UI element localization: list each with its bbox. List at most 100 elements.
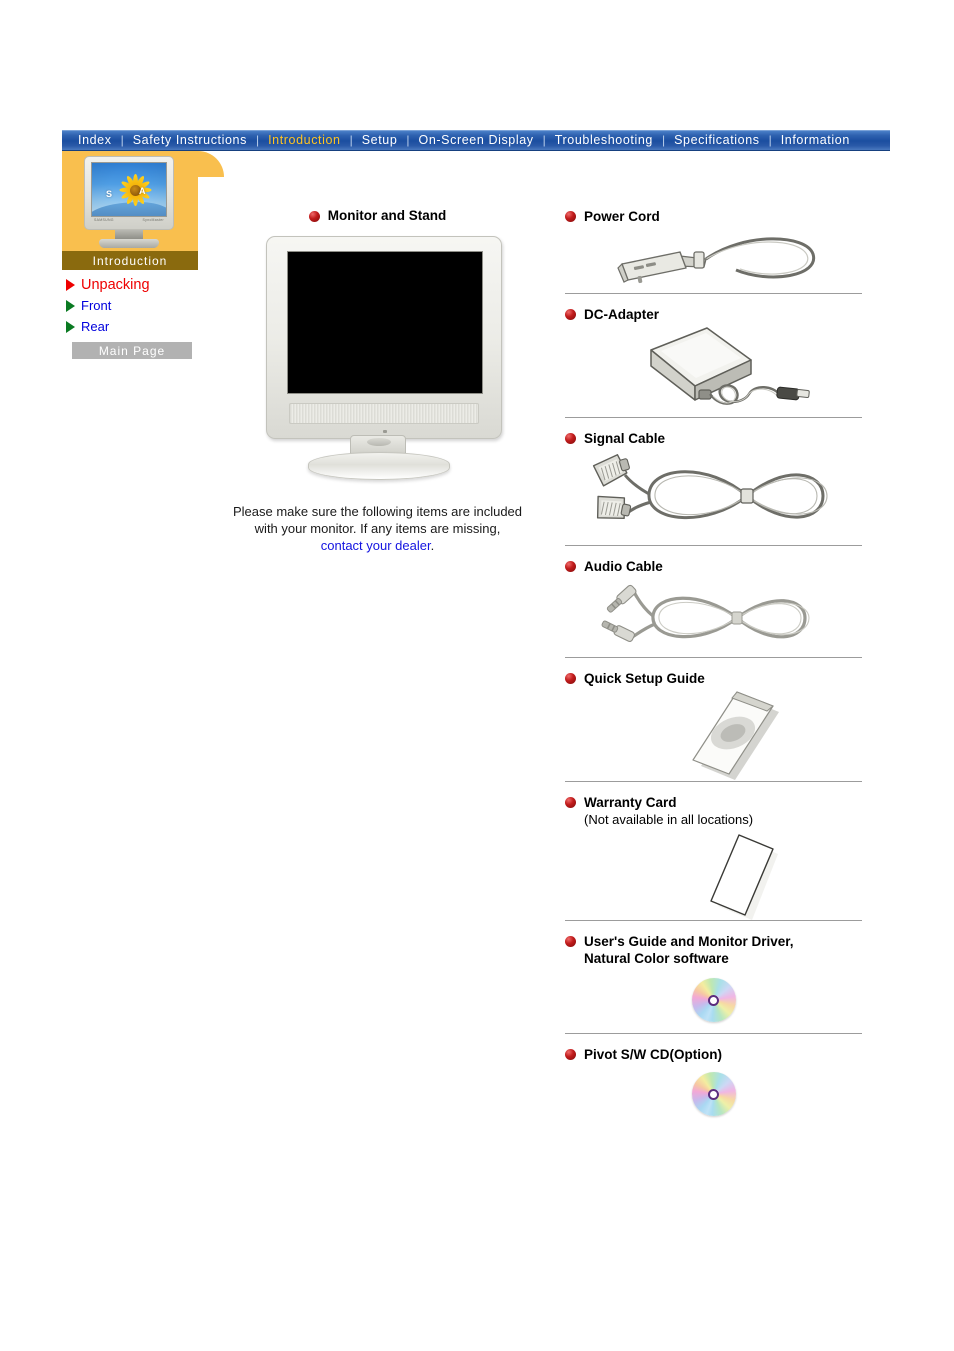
main-page-button[interactable]: Main Page [72, 342, 192, 359]
cd-disc-icon [691, 1072, 736, 1116]
booklet-illustration [565, 687, 862, 781]
cd-disc-icon [691, 978, 736, 1022]
triangle-bullet-icon [66, 279, 75, 291]
monitor-thumbnail: S A SAMSUNG SyncMaster [70, 156, 188, 248]
sidebar-item-front[interactable]: Front [66, 299, 198, 313]
top-navigation-bar: Index | Safety Instructions | Introducti… [62, 130, 890, 151]
nav-separator: | [768, 133, 772, 147]
red-bullet-icon [308, 211, 320, 222]
sidebar: S A SAMSUNG SyncMaster Introduction Unpa… [62, 151, 226, 359]
accessory-title: Signal Cable [584, 431, 666, 446]
sidebar-item-label: Rear [81, 319, 110, 334]
red-bullet-icon [565, 797, 576, 808]
nav-separator: | [255, 133, 260, 147]
dc-adapter-illustration [565, 323, 862, 417]
triangle-bullet-icon [66, 321, 75, 333]
nav-separator: | [661, 133, 666, 147]
accessory-title: User's Guide and Monitor Driver, [584, 934, 794, 949]
accessory-title: Power Cord [584, 209, 660, 224]
nav-separator: | [120, 133, 124, 147]
thumbnail-monitor-neck [115, 230, 143, 239]
thumbnail-monitor-base [99, 239, 159, 248]
triangle-bullet-icon [66, 300, 75, 312]
red-bullet-icon [565, 211, 576, 222]
accessory-dc-adapter: DC-Adapter [565, 306, 862, 418]
monitor-bezel [265, 236, 502, 439]
accessory-title-line2: Natural Color software [584, 951, 729, 966]
thumbnail-monitor-body: S A SAMSUNG SyncMaster [84, 156, 174, 230]
sidebar-item-label: Front [81, 298, 112, 313]
monitor-speaker-grille [288, 403, 479, 424]
sidebar-tab-panel: S A SAMSUNG SyncMaster [62, 151, 226, 251]
nav-separator: | [542, 133, 546, 147]
accessory-heading: Quick Setup Guide [565, 670, 862, 687]
red-bullet-icon [565, 673, 576, 684]
thumbnail-letter-a: A [139, 186, 146, 196]
nav-item-specifications[interactable]: Specifications [668, 131, 766, 150]
audio-cable-illustration [565, 575, 862, 657]
nav-item-safety-instructions[interactable]: Safety Instructions [127, 131, 253, 150]
nav-item-information[interactable]: Information [775, 131, 856, 150]
sidebar-item-unpacking[interactable]: Unpacking [66, 278, 198, 292]
section-divider [565, 920, 862, 921]
accessory-heading: Power Cord [565, 208, 862, 225]
card-illustration [565, 828, 862, 920]
accessory-heading: Signal Cable [565, 430, 862, 447]
accessory-heading: Audio Cable [565, 558, 862, 575]
section-divider [565, 417, 862, 418]
note-period: . [430, 538, 435, 553]
thumbnail-brand-right: SyncMaster [142, 218, 164, 222]
monitor-screen [286, 251, 483, 394]
note-line-1: Please make sure the following items are… [232, 504, 523, 519]
accessories-list: Power Cord DC-Adapter Signal Cable Audio… [565, 208, 862, 1125]
accessory-title: DC-Adapter [584, 307, 660, 322]
accessory-quick-setup-guide: Quick Setup Guide [565, 670, 862, 782]
contact-dealer-link[interactable]: contact your dealer [321, 538, 431, 553]
accessory-title: Quick Setup Guide [584, 671, 705, 686]
thumbnail-letter-s: S [106, 189, 113, 199]
accessory-subtitle: (Not available in all locations) [584, 812, 754, 827]
accessory-warranty-card: Warranty Card (Not available in all loca… [565, 794, 862, 921]
power-cord-illustration [565, 225, 862, 293]
note-line-2: with your monitor. If any items are miss… [254, 521, 501, 536]
nav-separator: | [406, 133, 410, 147]
sidebar-item-label: Unpacking [81, 277, 150, 293]
red-bullet-icon [565, 561, 576, 572]
monitor-and-stand-section: Monitor and Stand Please make sure the f… [210, 208, 545, 554]
nav-item-introduction[interactable]: Introduction [262, 131, 347, 150]
accessory-audio-cable: Audio Cable [565, 558, 862, 658]
section-divider [565, 657, 862, 658]
nav-item-on-screen-display[interactable]: On-Screen Display [413, 131, 540, 150]
accessory-title: Pivot S/W CD(Option) [584, 1047, 722, 1062]
red-bullet-icon [565, 433, 576, 444]
red-bullet-icon [565, 936, 576, 947]
nav-item-troubleshooting[interactable]: Troubleshooting [549, 131, 659, 150]
monitor-and-stand-heading: Monitor and Stand [210, 208, 545, 223]
red-bullet-icon [565, 1049, 576, 1060]
section-divider [565, 781, 862, 782]
monitor-illustration [258, 236, 502, 481]
packing-note: Please make sure the following items are… [210, 503, 545, 554]
nav-separator: | [349, 133, 353, 147]
nav-item-index[interactable]: Index [72, 131, 118, 150]
accessory-power-cord: Power Cord [565, 208, 862, 294]
thumbnail-monitor-screen: S A [91, 162, 167, 217]
accessory-title: Audio Cable [584, 559, 663, 574]
thumbnail-brand-left: SAMSUNG [94, 218, 114, 222]
red-bullet-icon [565, 309, 576, 320]
signal-cable-illustration [565, 447, 862, 545]
accessory-heading: Pivot S/W CD(Option) [565, 1046, 862, 1063]
sunflower-icon [118, 173, 152, 207]
nav-item-setup[interactable]: Setup [356, 131, 404, 150]
monitor-stand-base [307, 452, 450, 480]
accessory-users-guide-cd: User's Guide and Monitor Driver, Natural… [565, 933, 862, 1034]
accessory-title: Warranty Card [584, 795, 677, 810]
tab-shoulder-mask [198, 151, 226, 181]
accessory-heading: User's Guide and Monitor Driver, Natural… [565, 933, 862, 967]
heading-label: Monitor and Stand [327, 208, 447, 223]
sidebar-link-list: Unpacking Front Rear Main Page [62, 270, 198, 359]
sidebar-item-rear[interactable]: Rear [66, 320, 198, 334]
accessory-heading: DC-Adapter [565, 306, 862, 323]
section-divider [565, 545, 862, 546]
accessory-signal-cable: Signal Cable [565, 430, 862, 546]
